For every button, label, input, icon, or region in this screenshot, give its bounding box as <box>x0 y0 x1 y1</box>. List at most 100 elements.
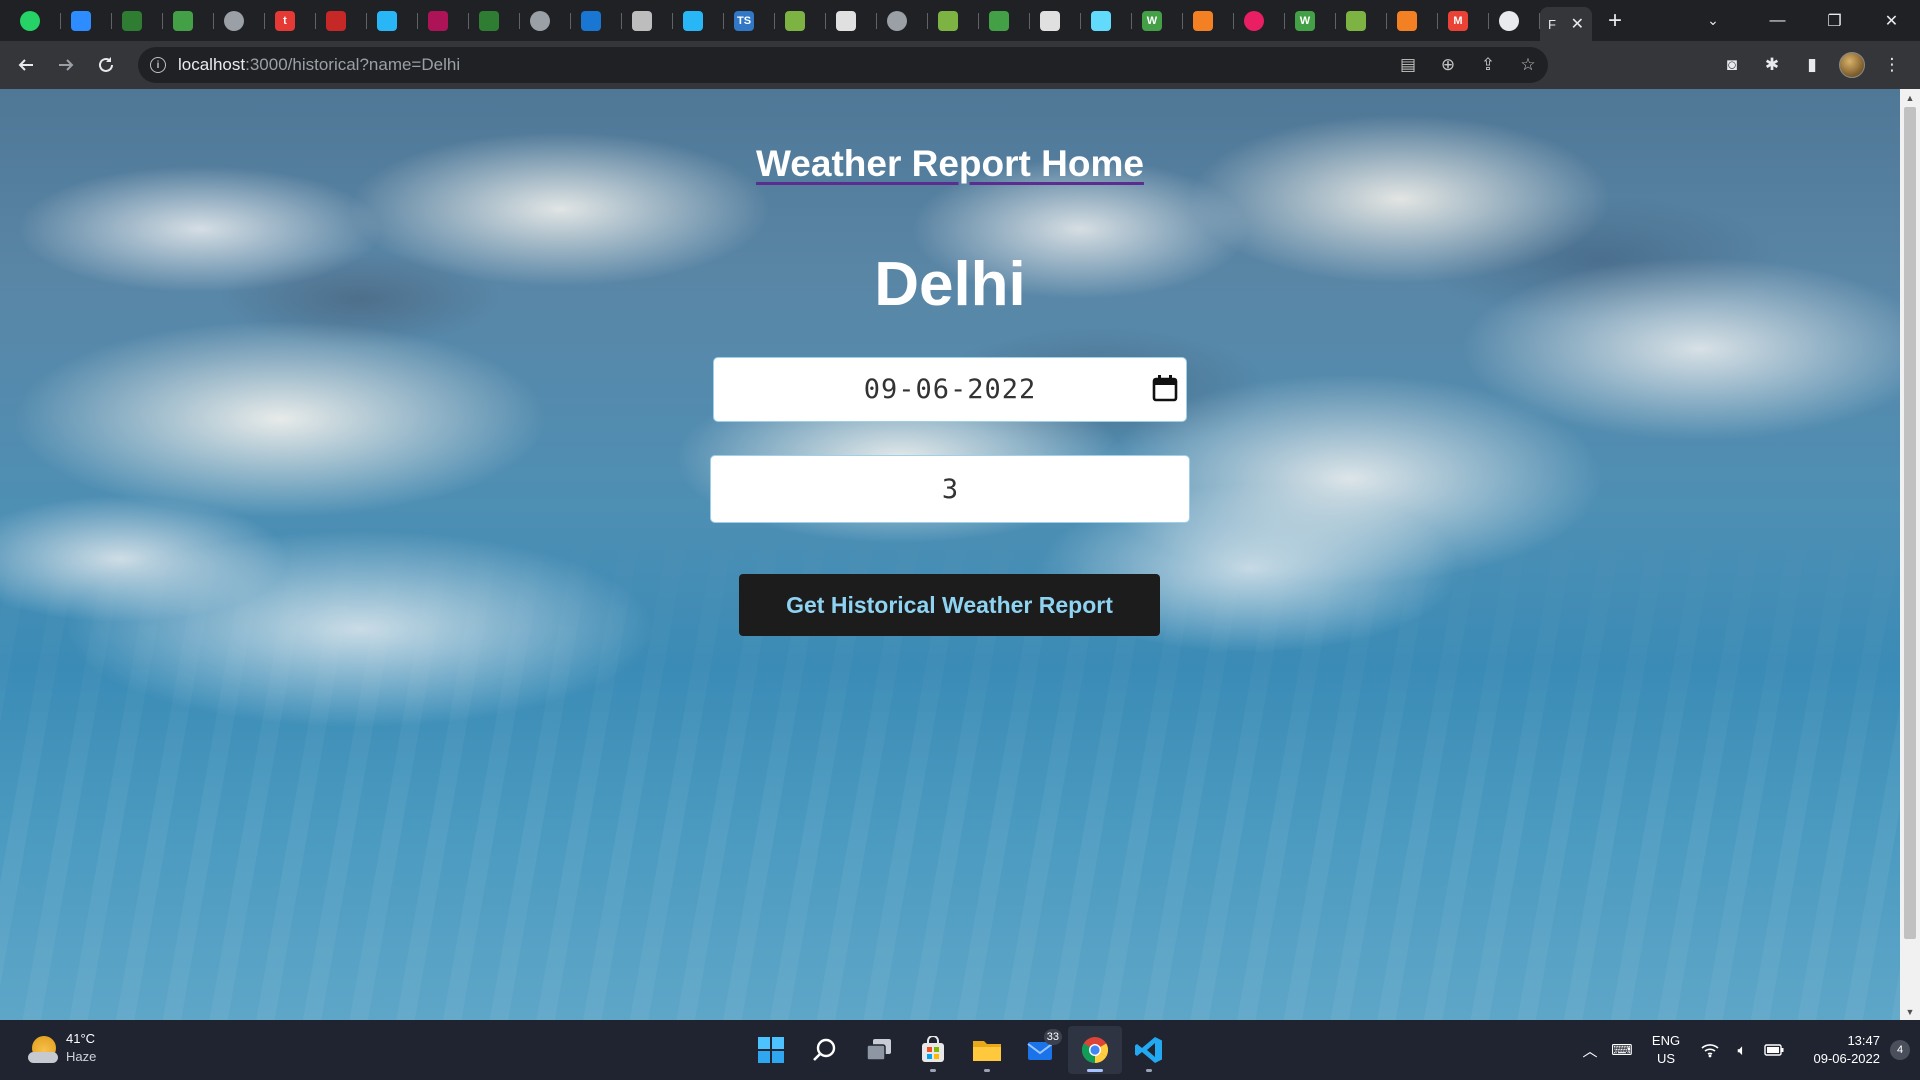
pinned-tab[interactable] <box>1387 0 1438 41</box>
pinned-tab[interactable] <box>826 0 877 41</box>
pinned-tab[interactable] <box>1489 0 1540 41</box>
pinned-tab[interactable] <box>520 0 571 41</box>
page-scrollbar[interactable]: ▲ ▼ <box>1900 89 1920 1020</box>
back-button[interactable] <box>6 45 46 85</box>
pinned-tab[interactable] <box>928 0 979 41</box>
w-logo-icon: W <box>1295 10 1315 31</box>
address-bar[interactable]: i localhost:3000/historical?name=Delhi ▤… <box>138 47 1548 83</box>
url-host: localhost <box>178 55 246 74</box>
mail-button[interactable]: 33 <box>1014 1026 1068 1074</box>
scroll-down-arrow-icon[interactable]: ▼ <box>1900 1003 1920 1020</box>
show-hidden-icons-chevron-icon[interactable]: ︿ <box>1574 1040 1606 1061</box>
zoom-icon[interactable]: ⊕ <box>1428 55 1468 75</box>
battery-icon[interactable] <box>1758 1043 1790 1057</box>
active-indicator <box>1087 1069 1103 1072</box>
pinned-tab[interactable] <box>112 0 163 41</box>
date-input[interactable]: 09-06-2022 <box>713 357 1187 422</box>
translate-icon[interactable]: ▤ <box>1388 55 1428 75</box>
file-explorer-button[interactable] <box>960 1026 1014 1074</box>
days-input[interactable]: 3 <box>710 455 1190 523</box>
clock[interactable]: 13:47 09-06-2022 <box>1790 1032 1881 1068</box>
scroll-up-arrow-icon[interactable]: ▲ <box>1900 89 1920 106</box>
pinned-tab[interactable] <box>622 0 673 41</box>
lightning-icon <box>1346 10 1366 31</box>
pinned-tab[interactable] <box>979 0 1030 41</box>
windows-logo-icon <box>758 1037 784 1063</box>
running-indicator <box>1146 1069 1152 1072</box>
weather-report-home-link[interactable]: Weather Report Home <box>756 143 1144 184</box>
pinned-tab[interactable] <box>1336 0 1387 41</box>
pinned-tab[interactable] <box>367 0 418 41</box>
close-window-button[interactable]: ✕ <box>1863 0 1920 41</box>
pinned-tab[interactable] <box>61 0 112 41</box>
start-button[interactable] <box>744 1026 798 1074</box>
pinned-tab[interactable] <box>163 0 214 41</box>
site-info-icon[interactable]: i <box>150 57 166 73</box>
volume-icon[interactable]: 🔈︎ <box>1726 1042 1758 1059</box>
pinned-tab[interactable] <box>1081 0 1132 41</box>
cloud-icon <box>1040 10 1060 31</box>
w-logo-icon: W <box>1142 10 1162 31</box>
puzzle-icon <box>632 10 652 31</box>
pinned-tab[interactable]: W <box>1285 0 1336 41</box>
pinned-tab[interactable] <box>316 0 367 41</box>
city-heading: Delhi <box>874 250 1026 319</box>
close-tab-icon[interactable]: ✕ <box>1571 14 1584 34</box>
running-indicator <box>984 1069 990 1072</box>
menu-kebab-icon[interactable]: ⋮ <box>1872 45 1912 85</box>
toolbar-actions: ◙ ✱ ▮ ⋮ <box>1712 45 1912 85</box>
tab-search-icon[interactable]: ⌄ <box>1693 0 1733 41</box>
new-tab-button[interactable]: + <box>1598 4 1632 38</box>
minimize-button[interactable]: — <box>1749 0 1806 41</box>
clock-time: 13:47 <box>1847 1033 1880 1048</box>
pinned-tab[interactable] <box>1030 0 1081 41</box>
forward-button[interactable] <box>46 45 86 85</box>
scrollbar-thumb[interactable] <box>1904 107 1916 939</box>
stack-icon <box>1397 10 1417 31</box>
active-tab[interactable]: F ✕ <box>1540 7 1592 41</box>
wifi-icon[interactable] <box>1694 1042 1726 1058</box>
task-view-button[interactable] <box>852 1026 906 1074</box>
pinned-tab[interactable] <box>877 0 928 41</box>
vscode-icon <box>1135 1037 1162 1063</box>
extensions-puzzle-icon[interactable]: ✱ <box>1752 45 1792 85</box>
reload-button[interactable] <box>86 45 126 85</box>
wifi-signal-icon <box>1701 1044 1719 1058</box>
pinned-tab[interactable] <box>1183 0 1234 41</box>
snowflake-icon <box>683 10 703 31</box>
running-indicator <box>930 1069 936 1072</box>
zoom-icon <box>71 10 91 31</box>
notification-count-badge[interactable]: 4 <box>1890 1040 1910 1060</box>
pinned-tab[interactable] <box>775 0 826 41</box>
pinned-tab[interactable]: W <box>1132 0 1183 41</box>
bookmark-star-icon[interactable]: ☆ <box>1508 55 1548 75</box>
pinned-tab[interactable] <box>10 0 61 41</box>
pinned-tab[interactable] <box>418 0 469 41</box>
pinned-tab[interactable]: t <box>265 0 316 41</box>
thumb-icon <box>938 10 958 31</box>
side-panel-icon[interactable]: ▮ <box>1792 45 1832 85</box>
pinned-tab[interactable] <box>469 0 520 41</box>
pinned-tab[interactable]: M <box>1438 0 1489 41</box>
share-icon[interactable]: ⇪ <box>1468 55 1508 75</box>
pinned-tab[interactable] <box>1234 0 1285 41</box>
calendar-icon[interactable] <box>1150 374 1180 404</box>
weather-haze-icon <box>28 1035 58 1063</box>
keyboard-icon[interactable]: ⌨ <box>1606 1041 1638 1059</box>
camera-icon[interactable]: ◙ <box>1712 45 1752 85</box>
search-button[interactable] <box>798 1026 852 1074</box>
microsoft-store-button[interactable] <box>906 1026 960 1074</box>
pinned-tab[interactable] <box>571 0 622 41</box>
vscode-button[interactable] <box>1122 1026 1176 1074</box>
pinned-tab[interactable] <box>673 0 724 41</box>
globe-icon <box>224 10 244 31</box>
weather-widget[interactable]: 41°C Haze <box>28 1031 96 1064</box>
language-indicator[interactable]: ENG US <box>1638 1032 1694 1068</box>
restore-button[interactable]: ❐ <box>1806 0 1863 41</box>
task-view-icon <box>866 1039 891 1061</box>
pinned-tab[interactable]: TS <box>724 0 775 41</box>
get-historical-weather-button[interactable]: Get Historical Weather Report <box>739 574 1160 636</box>
chrome-button[interactable] <box>1068 1026 1122 1074</box>
pinned-tab[interactable] <box>214 0 265 41</box>
profile-avatar[interactable] <box>1832 45 1872 85</box>
